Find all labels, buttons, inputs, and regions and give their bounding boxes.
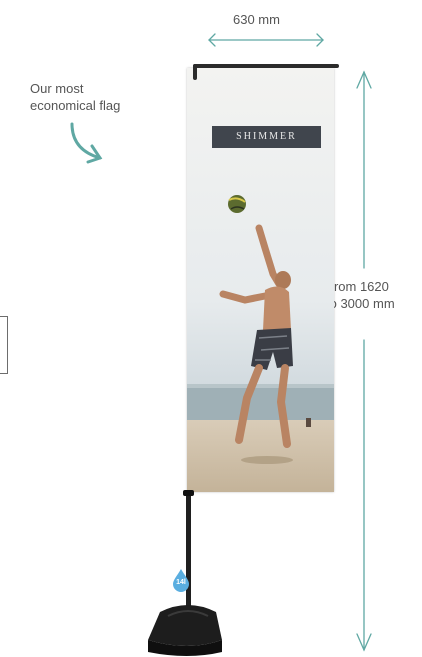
water-base (148, 605, 222, 656)
water-capacity-label: 14l (176, 579, 186, 586)
